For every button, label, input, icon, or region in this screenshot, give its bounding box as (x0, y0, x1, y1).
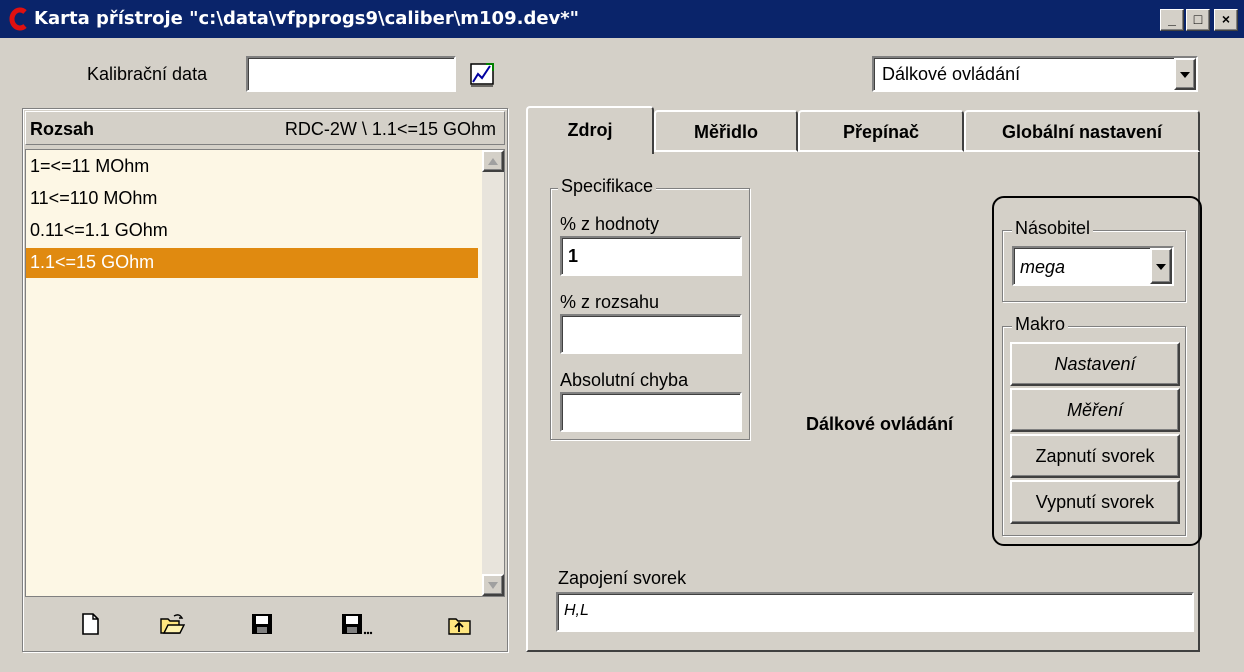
tab-prepinac[interactable]: Přepínač (798, 110, 964, 152)
range-panel: Rozsah RDC-2W \ 1.1<=15 GOhm 1=<=11 MOhm… (22, 108, 508, 652)
nasobitel-value: mega (1020, 257, 1066, 277)
kalibracni-data-input[interactable] (246, 56, 456, 92)
tab-globalni-nastaveni[interactable]: Globální nastavení (964, 110, 1200, 152)
close-icon: × (1221, 11, 1231, 27)
nasobitel-select[interactable]: mega (1012, 246, 1174, 286)
scroll-up-button[interactable] (482, 150, 504, 172)
save-icon[interactable] (249, 611, 275, 637)
range-list-item[interactable]: 0.11<=1.1 GOhm (26, 216, 478, 246)
absolutni-chyba-input[interactable] (560, 392, 742, 432)
minimize-icon: _ (1168, 11, 1176, 27)
new-file-icon[interactable] (77, 611, 103, 637)
tab-label: Globální nastavení (1001, 122, 1163, 142)
nastaveni-button[interactable]: Nastavení (1010, 342, 1180, 386)
zapojeni-svorek-input[interactable]: H,L (556, 592, 1194, 632)
range-list-scrollbar[interactable] (482, 150, 504, 596)
export-icon[interactable] (447, 611, 473, 637)
app-logo-icon (9, 7, 27, 31)
nasobitel-title: Násobitel (1012, 218, 1094, 239)
minimize-button[interactable]: _ (1160, 9, 1184, 31)
open-folder-icon[interactable] (159, 611, 185, 637)
dalkove-ovladani-label: Dálkové ovládání (806, 414, 954, 434)
mode-select[interactable]: Dálkové ovládání (872, 56, 1198, 92)
range-header-value: RDC-2W \ 1.1<=15 GOhm (284, 119, 496, 139)
zapojeni-svorek-label: Zapojení svorek (558, 568, 687, 588)
save-as-icon[interactable] (339, 611, 373, 637)
tab-label: Měřidlo (693, 122, 758, 142)
range-list-item[interactable]: 1=<=11 MOhm (26, 152, 478, 182)
absolutni-chyba-label: Absolutní chyba (560, 370, 689, 390)
zapnuti-svorek-button[interactable]: Zapnutí svorek (1010, 434, 1180, 478)
range-header-label: Rozsah (30, 119, 95, 139)
scroll-down-button[interactable] (482, 574, 504, 596)
mode-select-value: Dálkové ovládání (882, 64, 1021, 84)
tab-label: Zdroj (567, 120, 613, 140)
hodnoty-label: % z hodnoty (560, 214, 660, 234)
tab-content-zdroj: Specifikace % z hodnoty 1 % z rozsahu Ab… (526, 152, 1202, 652)
tab-meridlo[interactable]: Měřidlo (654, 110, 798, 152)
window-title: Karta přístroje "c:\data\vfpprogs9\calib… (34, 8, 580, 29)
kalibracni-data-label: Kalibrační data (87, 64, 208, 84)
chevron-down-icon[interactable] (1150, 248, 1172, 284)
specifikace-title: Specifikace (558, 176, 657, 197)
range-list[interactable]: 1=<=11 MOhm 11<=110 MOhm 0.11<=1.1 GOhm 1.1… (25, 149, 505, 597)
range-list-item[interactable]: 1.1<=15 GOhm (26, 248, 478, 278)
range-list-item[interactable]: 11<=110 MOhm (26, 184, 478, 214)
maximize-icon: □ (1193, 11, 1203, 27)
range-toolbar (25, 599, 505, 649)
title-bar[interactable]: Karta přístroje "c:\data\vfpprogs9\calib… (0, 0, 1244, 38)
close-button[interactable]: × (1214, 9, 1238, 31)
chevron-down-icon[interactable] (1174, 58, 1196, 90)
makro-title: Makro (1012, 314, 1069, 335)
rozsahu-label: % z rozsahu (560, 292, 660, 312)
vypnuti-svorek-button[interactable]: Vypnutí svorek (1010, 480, 1180, 524)
range-header: Rozsah RDC-2W \ 1.1<=15 GOhm (25, 111, 505, 145)
tab-zdroj[interactable]: Zdroj (526, 106, 654, 154)
calibration-chart-icon[interactable] (468, 60, 496, 88)
hodnoty-input[interactable]: 1 (560, 236, 742, 276)
tab-label: Přepínač (842, 122, 920, 142)
mereni-button[interactable]: Měření (1010, 388, 1180, 432)
maximize-button[interactable]: □ (1186, 9, 1210, 31)
rozsahu-input[interactable] (560, 314, 742, 354)
